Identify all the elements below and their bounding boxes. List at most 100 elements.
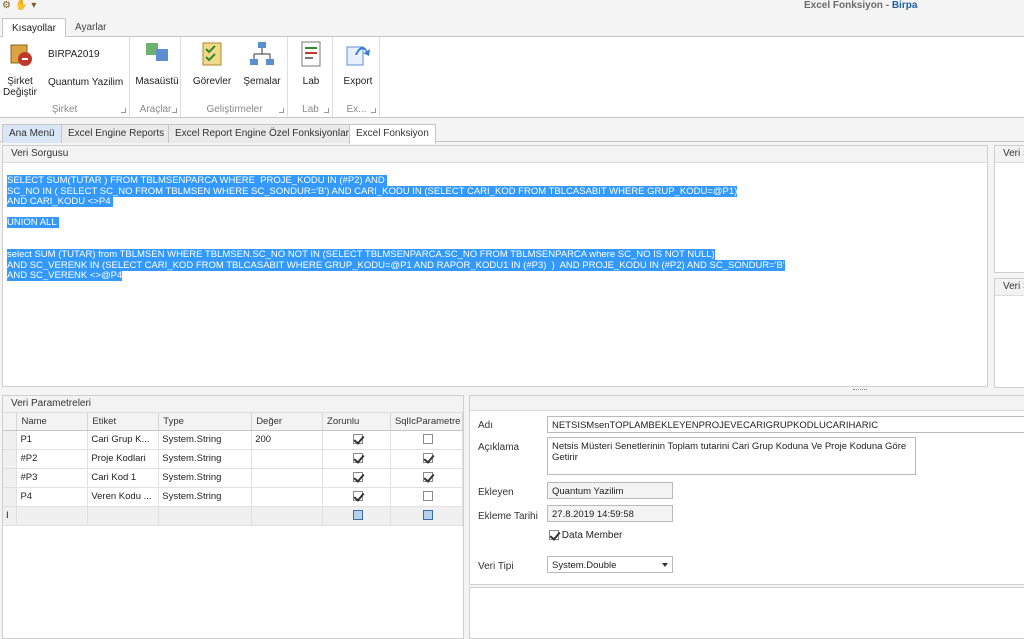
col-name[interactable]: Name [16, 413, 89, 431]
properties-panel-header [470, 396, 1024, 411]
zorunlu-checkbox[interactable] [352, 453, 363, 464]
cell-name[interactable]: #P2 [16, 449, 89, 469]
row-indicator[interactable] [3, 468, 18, 488]
new-row-cell[interactable] [16, 506, 89, 526]
lab-button[interactable]: Lab [295, 39, 327, 87]
cell-zorunlu[interactable] [322, 449, 391, 469]
sqlic-checkbox[interactable] [422, 434, 433, 445]
table-row[interactable]: #P3 Cari Kod 1 System.String [3, 468, 464, 488]
col-type[interactable]: Type [158, 413, 253, 431]
cell-zorunlu[interactable] [322, 468, 391, 488]
cell-sqlic[interactable] [390, 449, 464, 469]
new-row-cell[interactable] [87, 506, 160, 526]
new-row-cell[interactable] [390, 506, 464, 526]
masaustu-button[interactable]: Masaüstü [135, 39, 179, 87]
cell-name[interactable]: P1 [16, 430, 89, 450]
splitter-grip[interactable] [853, 389, 867, 392]
cell-deger[interactable] [251, 449, 324, 469]
aciklama-label: Açıklama [478, 442, 520, 453]
cell-etiket[interactable]: Veren Kodu ... [87, 487, 160, 507]
sqlic-checkbox[interactable] [422, 491, 433, 502]
sqlic-checkbox[interactable] [422, 453, 433, 464]
tab-ayarlar[interactable]: Ayarlar [66, 18, 116, 38]
group-launcher-icon[interactable] [121, 108, 126, 113]
company-name[interactable]: BIRPA2019 [48, 49, 100, 60]
cell-etiket[interactable]: Cari Kod 1 [87, 468, 160, 488]
col-zorunlu[interactable]: Zorunlu [322, 413, 391, 431]
table-row[interactable]: #P2 Proje Kodlari System.String [3, 449, 464, 469]
sql-line: AND CARI_KODU <>P4 [7, 196, 785, 208]
cell-type[interactable]: System.String [158, 468, 253, 488]
group-launcher-icon[interactable] [371, 108, 376, 113]
export-button[interactable]: Export [340, 39, 376, 87]
aciklama-field[interactable]: Netsis Müsteri Senetlerinin Toplam tutar… [547, 437, 916, 475]
new-row-cell[interactable] [251, 506, 324, 526]
ekleme-tarihi-field: 27.8.2019 14:59:58 [547, 505, 673, 522]
sqlic-checkbox[interactable] [422, 472, 433, 483]
semalar-button[interactable]: Şemalar [242, 39, 282, 87]
cell-type[interactable]: System.String [158, 449, 253, 469]
sql-line: SC_NO IN ( SELECT SC_NO FROM TBLMSEN WHE… [7, 185, 785, 198]
cell-type[interactable]: System.String [158, 430, 253, 450]
group-araclar: Masaüstü Araçlar [131, 37, 181, 117]
cell-deger[interactable] [251, 468, 324, 488]
new-row-cell[interactable] [322, 506, 391, 526]
sql-line-text: AND CARI_KODU <>P4 [7, 196, 114, 208]
col-deger[interactable]: Değer [251, 413, 324, 431]
adi-field[interactable]: NETSISMsenTOPLAMBEKLEYENPROJEVECARIGRUPK… [547, 416, 1024, 433]
sql-editor[interactable]: SELECT SUM(TUTAR ) FROM TBLMSENPARCA WHE… [7, 175, 785, 282]
query-panel-title: Veri Sorgusu [3, 146, 987, 163]
zorunlu-checkbox[interactable] [352, 434, 363, 445]
hand-icon[interactable]: ✋ [15, 0, 27, 11]
cell-sqlic[interactable] [390, 430, 464, 450]
row-indicator[interactable] [3, 449, 18, 469]
lab-icon [301, 41, 321, 67]
settings-icon[interactable]: ⚙ [2, 0, 11, 11]
col-sqlicparametre[interactable]: SqlIcParametre [390, 413, 464, 431]
params-grid[interactable]: Name Etiket Type Değer Zorunlu SqlIcPara… [3, 413, 464, 526]
params-panel: Veri Parametreleri Name Etiket Type Değe… [2, 395, 464, 639]
tab-excel-engine-reports[interactable]: Excel Engine Reports [61, 124, 172, 143]
col-etiket[interactable]: Etiket [87, 413, 160, 431]
cell-deger[interactable] [251, 487, 324, 507]
new-row-cell[interactable] [158, 506, 253, 526]
side-panel-1: Veri S [994, 145, 1024, 273]
tab-ana-menu[interactable]: Ana Menü [2, 124, 62, 143]
group-launcher-icon[interactable] [279, 108, 284, 113]
sql-line: AND SC_VERENK IN (SELECT CARI_KOD FROM T… [7, 259, 785, 272]
veri-tipi-select[interactable]: System.Double [547, 556, 673, 573]
group-launcher-icon[interactable] [172, 108, 177, 113]
user-name[interactable]: Quantum Yazilim [48, 77, 123, 88]
cell-name[interactable]: P4 [16, 487, 89, 507]
sirket-degistir-button[interactable]: Şirket Değiştir [2, 39, 38, 98]
row-indicator[interactable] [3, 487, 18, 507]
grid-header-row: Name Etiket Type Değer Zorunlu SqlIcPara… [3, 413, 464, 431]
new-row-checkbox[interactable] [352, 510, 363, 521]
zorunlu-checkbox[interactable] [352, 472, 363, 483]
cell-zorunlu[interactable] [322, 487, 391, 507]
cell-sqlic[interactable] [390, 468, 464, 488]
tab-kisayollar[interactable]: Kısayollar [2, 18, 66, 38]
new-row[interactable]: I [3, 506, 464, 526]
tab-excel-report-engine-ozel[interactable]: Excel Report Engine Özel Fonksiyonlar [168, 124, 356, 143]
table-row[interactable]: P1 Cari Grup K... System.String 200 [3, 430, 464, 450]
cell-zorunlu[interactable] [322, 430, 391, 450]
cell-etiket[interactable]: Cari Grup K... [87, 430, 160, 450]
tab-excel-fonksiyon[interactable]: Excel Fonksiyon [349, 124, 436, 144]
gorevler-button[interactable]: Görevler [190, 39, 234, 87]
data-member-checkbox[interactable]: Data Member [549, 530, 622, 541]
semalar-label: Şemalar [243, 76, 281, 87]
cell-name[interactable]: #P3 [16, 468, 89, 488]
new-row-checkbox[interactable] [422, 510, 433, 521]
cell-type[interactable]: System.String [158, 487, 253, 507]
cell-sqlic[interactable] [390, 487, 464, 507]
cell-deger[interactable]: 200 [251, 430, 324, 450]
cell-etiket[interactable]: Proje Kodlari [87, 449, 160, 469]
row-indicator[interactable] [3, 430, 18, 450]
table-row[interactable]: P4 Veren Kodu ... System.String [3, 487, 464, 507]
group-sirket: Şirket Değiştir BIRPA2019 Quantum Yazili… [0, 37, 130, 117]
new-row-indicator[interactable]: I [3, 506, 18, 526]
zorunlu-checkbox[interactable] [352, 491, 363, 502]
group-launcher-icon[interactable] [324, 108, 329, 113]
dropdown-icon[interactable]: ▾ [31, 0, 36, 11]
